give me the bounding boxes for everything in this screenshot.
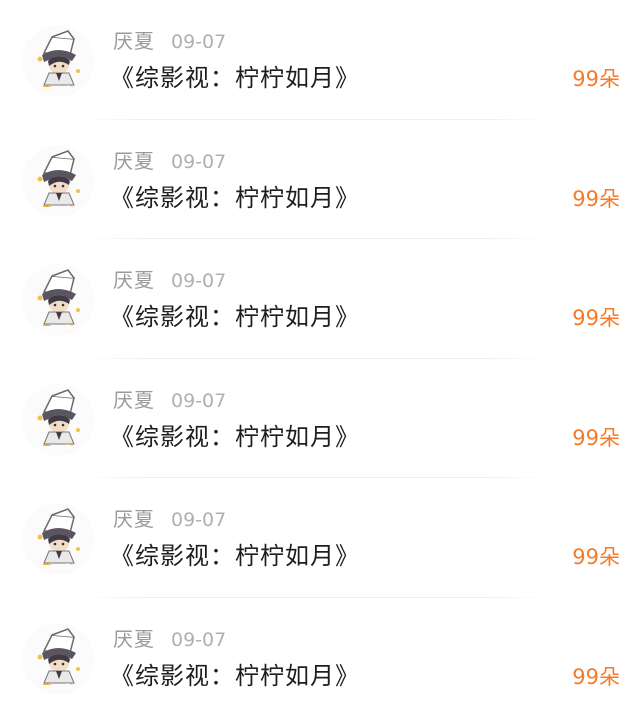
gift-record-list: 厌夏 09-07 《综影视：柠柠如月》 99朵 厌夏 09-07 <box>0 0 640 714</box>
user-name[interactable]: 厌夏 <box>113 627 155 651</box>
user-avatar[interactable] <box>22 623 94 695</box>
anime-boy-avatar-icon <box>22 25 94 97</box>
gift-amount: 99朵 <box>572 65 620 93</box>
gift-amount: 99朵 <box>572 304 620 332</box>
book-title[interactable]: 《综影视：柠柠如月》 <box>110 302 360 332</box>
book-title[interactable]: 《综影视：柠柠如月》 <box>110 63 360 93</box>
anime-boy-avatar-icon <box>22 623 94 695</box>
gift-date: 09-07 <box>171 269 226 293</box>
user-name[interactable]: 厌夏 <box>113 388 155 412</box>
user-avatar[interactable] <box>22 25 94 97</box>
user-name[interactable]: 厌夏 <box>113 149 155 173</box>
gift-amount: 99朵 <box>572 543 620 571</box>
list-item[interactable]: 厌夏 09-07 《综影视：柠柠如月》 99朵 <box>0 598 640 717</box>
gift-date: 09-07 <box>171 508 226 532</box>
anime-boy-avatar-icon <box>22 503 94 575</box>
anime-boy-avatar-icon <box>22 264 94 336</box>
gift-date: 09-07 <box>171 628 226 652</box>
gift-date: 09-07 <box>171 150 226 174</box>
user-name[interactable]: 厌夏 <box>113 507 155 531</box>
user-avatar[interactable] <box>22 384 94 456</box>
user-avatar[interactable] <box>22 503 94 575</box>
list-item[interactable]: 厌夏 09-07 《综影视：柠柠如月》 99朵 <box>0 359 640 479</box>
anime-boy-avatar-icon <box>22 384 94 456</box>
book-title[interactable]: 《综影视：柠柠如月》 <box>110 183 360 213</box>
book-title[interactable]: 《综影视：柠柠如月》 <box>110 422 360 452</box>
gift-date: 09-07 <box>171 30 226 54</box>
gift-amount: 99朵 <box>572 663 620 691</box>
gift-amount: 99朵 <box>572 185 620 213</box>
user-name[interactable]: 厌夏 <box>113 268 155 292</box>
gift-amount: 99朵 <box>572 424 620 452</box>
list-item[interactable]: 厌夏 09-07 《综影视：柠柠如月》 99朵 <box>0 0 640 120</box>
book-title[interactable]: 《综影视：柠柠如月》 <box>110 541 360 571</box>
list-item[interactable]: 厌夏 09-07 《综影视：柠柠如月》 99朵 <box>0 120 640 240</box>
gift-date: 09-07 <box>171 389 226 413</box>
user-avatar[interactable] <box>22 264 94 336</box>
list-item[interactable]: 厌夏 09-07 《综影视：柠柠如月》 99朵 <box>0 239 640 359</box>
user-name[interactable]: 厌夏 <box>113 29 155 53</box>
book-title[interactable]: 《综影视：柠柠如月》 <box>110 661 360 691</box>
user-avatar[interactable] <box>22 145 94 217</box>
list-item[interactable]: 厌夏 09-07 《综影视：柠柠如月》 99朵 <box>0 478 640 598</box>
anime-boy-avatar-icon <box>22 145 94 217</box>
